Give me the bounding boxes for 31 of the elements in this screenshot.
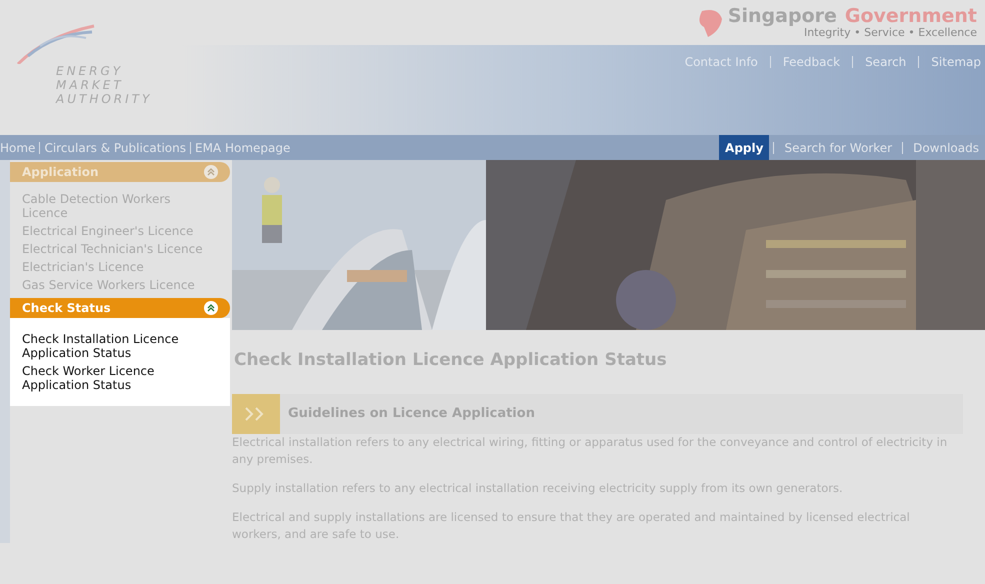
swoosh-logo-icon (16, 24, 96, 64)
nav-tab[interactable]: Downloads (907, 135, 985, 160)
nav-link[interactable]: Home (0, 138, 36, 156)
sidebar-link[interactable]: Cable Detection Workers Licence (22, 192, 218, 220)
nav-link[interactable]: EMA Homepage (195, 138, 290, 156)
header-link[interactable]: Search (865, 53, 906, 71)
sidebar-link[interactable]: Check Installation Licence Application Status (22, 332, 218, 360)
banner-title: Government (844, 6, 977, 26)
banner-tagline: Integrity • Service • Excellence (804, 26, 977, 39)
section-title: Guidelines on Licence Application (288, 404, 535, 423)
section-header[interactable]: Application (10, 162, 230, 182)
header-link[interactable]: Feedback (782, 53, 840, 71)
header-link[interactable]: Contact Info (684, 53, 758, 71)
sidebar-link[interactable]: Check Worker Licence Application Status (22, 364, 218, 392)
sidebar-link[interactable]: Gas Service Workers Licence (22, 278, 218, 292)
logo-text: ENERGY (56, 64, 124, 78)
logo-text: MARKET (56, 78, 125, 92)
sidebar-link[interactable]: Electrician's Licence (22, 260, 218, 274)
section-title: Application (22, 164, 99, 181)
header-link[interactable]: Sitemap (931, 53, 981, 71)
sidebar-link[interactable]: Electrical Technician's Licence (22, 242, 218, 256)
sidebar-link[interactable]: Electrical Engineer's Licence (22, 224, 218, 238)
collapse-icon[interactable] (204, 301, 218, 315)
nav-link[interactable]: Circulars & Publications (44, 138, 186, 156)
chevron-icon (232, 394, 280, 434)
logo-text: AUTHORITY (56, 92, 154, 106)
section-title: Check Status (22, 300, 111, 317)
banner-title: Singapore (728, 6, 837, 26)
section-header[interactable]: Check Status (10, 298, 230, 318)
nav-tab[interactable]: Apply (719, 135, 770, 160)
nav-tab[interactable]: Search for Worker (778, 135, 898, 160)
